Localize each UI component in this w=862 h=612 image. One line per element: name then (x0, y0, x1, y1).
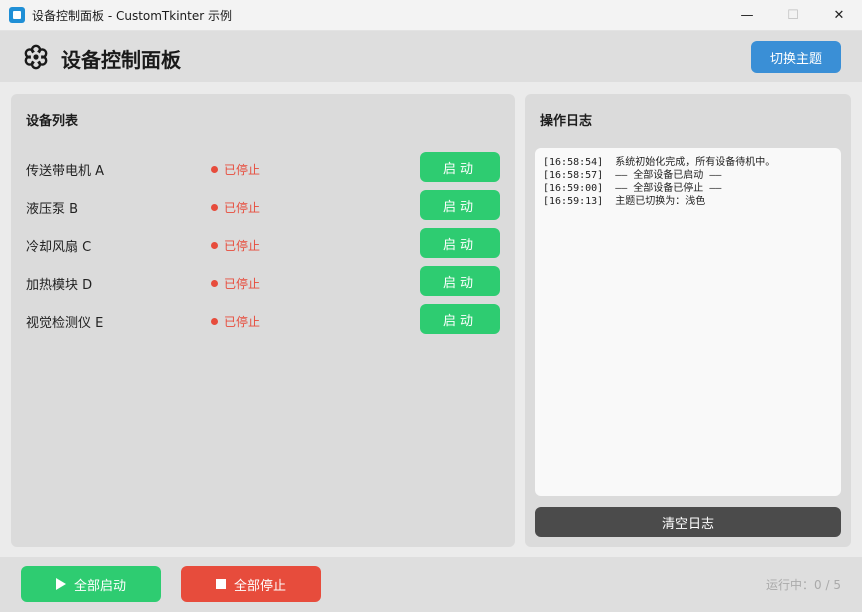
title-bar: 设备控制面板 - CustomTkinter 示例 — ☐ ✕ (0, 0, 862, 31)
app-icon (9, 7, 25, 23)
start-device-button[interactable]: 启动 (420, 152, 500, 182)
device-list-panel: 设备列表 传送带电机 A 已停止 启动 液压泵 B 已停止 启动 冷却风扇 C … (11, 94, 515, 547)
status-badge: 已停止 (211, 161, 260, 178)
device-row: 加热模块 D 已停止 启动 (11, 266, 515, 298)
status-text: 已停止 (224, 239, 261, 253)
running-count: 运行中：0 / 5 (766, 578, 841, 592)
operation-log-panel: 操作日志 [16:58:54] 系统初始化完成，所有设备待机中。 [16:58:5… (525, 94, 851, 547)
stop-all-button[interactable]: 全部停止 (181, 566, 321, 602)
status-dot-icon (211, 204, 218, 211)
stop-all-label: 全部停止 (233, 578, 286, 594)
log-title: 操作日志 (540, 114, 593, 129)
device-name: 冷却风扇 C (26, 240, 92, 255)
device-row: 传送带电机 A 已停止 启动 (11, 152, 515, 184)
gear-icon (24, 44, 48, 70)
status-dot-icon (211, 242, 218, 249)
status-text: 已停止 (224, 201, 261, 215)
close-button[interactable]: ✕ (816, 0, 862, 31)
status-text: 已停止 (224, 163, 261, 177)
play-icon (55, 578, 66, 590)
start-device-button[interactable]: 启动 (420, 266, 500, 296)
status-dot-icon (211, 166, 218, 173)
start-device-button[interactable]: 启动 (420, 304, 500, 334)
device-row: 冷却风扇 C 已停止 启动 (11, 228, 515, 260)
clear-log-button[interactable]: 清空日志 (535, 507, 841, 537)
status-badge: 已停止 (211, 237, 260, 254)
device-name: 视觉检测仪 E (26, 316, 104, 331)
log-entry: [16:58:54] 系统初始化完成，所有设备待机中。 (543, 157, 776, 168)
start-all-label: 全部启动 (73, 578, 126, 594)
toggle-theme-button[interactable]: 切换主题 (751, 41, 841, 73)
stop-icon (215, 579, 226, 589)
device-row: 液压泵 B 已停止 启动 (11, 190, 515, 222)
device-row: 视觉检测仪 E 已停止 启动 (11, 304, 515, 336)
status-badge: 已停止 (211, 313, 260, 330)
status-badge: 已停止 (211, 199, 260, 216)
device-name: 加热模块 D (26, 278, 93, 293)
status-text: 已停止 (224, 277, 261, 291)
device-name: 传送带电机 A (26, 164, 105, 179)
status-dot-icon (211, 318, 218, 325)
maximize-button[interactable]: ☐ (770, 0, 816, 31)
log-entry: [16:59:00] —— 全部设备已停止 —— (543, 183, 722, 194)
status-badge: 已停止 (211, 275, 260, 292)
device-name: 液压泵 B (26, 202, 79, 217)
window-controls: — ☐ ✕ (724, 0, 862, 31)
log-entry: [16:59:13] 主题已切换为：浅色 (543, 196, 706, 207)
start-all-button[interactable]: 全部启动 (21, 566, 161, 602)
log-textbox[interactable]: [16:58:54] 系统初始化完成，所有设备待机中。 [16:58:57] ——… (535, 148, 841, 496)
window-title: 设备控制面板 - CustomTkinter 示例 (32, 8, 232, 23)
status-dot-icon (211, 280, 218, 287)
header: 设备控制面板 切换主题 (0, 31, 862, 82)
status-text: 已停止 (224, 315, 261, 329)
footer: 全部启动 全部停止 运行中：0 / 5 (0, 557, 862, 612)
minimize-button[interactable]: — (724, 0, 770, 31)
start-device-button[interactable]: 启动 (420, 228, 500, 258)
log-entry: [16:58:57] —— 全部设备已启动 —— (543, 170, 722, 181)
page-title: 设备控制面板 (61, 48, 181, 72)
device-list-title: 设备列表 (26, 114, 79, 129)
start-device-button[interactable]: 启动 (420, 190, 500, 220)
